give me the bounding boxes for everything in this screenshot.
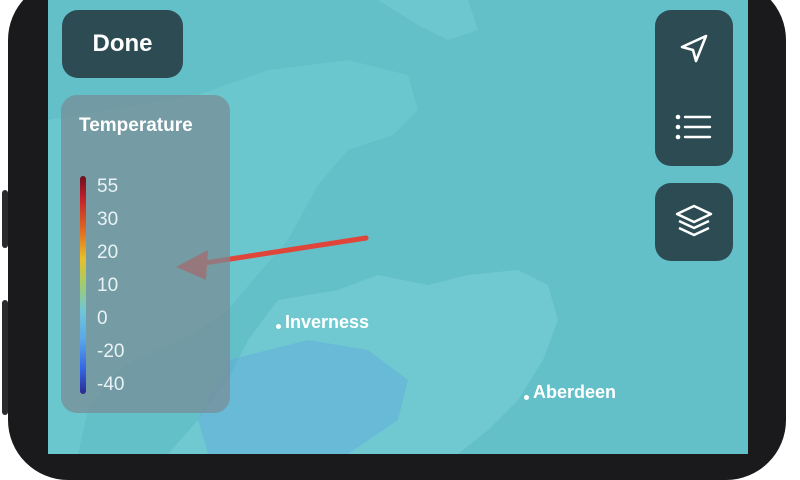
- map-controls-group: [655, 10, 733, 166]
- land-orkney: [378, 0, 478, 40]
- legend-tick: 55: [97, 176, 119, 197]
- temperature-legend: Temperature 55 30 20 10 0 -20 -40: [61, 95, 230, 413]
- list-icon: [675, 114, 712, 140]
- temperature-gradient-bar: [80, 176, 86, 394]
- phone-side-button: [2, 300, 8, 415]
- layers-icon: [675, 204, 713, 237]
- legend-tick: 0: [97, 308, 108, 329]
- done-button[interactable]: Done: [62, 10, 183, 78]
- map-layers-button[interactable]: [655, 183, 733, 261]
- city-list-button[interactable]: [655, 88, 733, 166]
- legend-title: Temperature: [79, 115, 193, 136]
- map-screen[interactable]: Done Temperature 55 30 20 10 0 -20 -40 I…: [48, 0, 748, 454]
- current-location-button[interactable]: [655, 10, 733, 88]
- city-label-aberdeen[interactable]: Aberdeen: [533, 382, 616, 403]
- legend-tick: -20: [97, 341, 125, 362]
- location-arrow-icon: [680, 34, 708, 63]
- legend-tick: 20: [97, 242, 119, 263]
- city-marker-aberdeen[interactable]: [524, 395, 529, 400]
- legend-tick: 30: [97, 209, 119, 230]
- legend-tick: 10: [97, 275, 119, 296]
- city-label-inverness[interactable]: Inverness: [285, 312, 369, 333]
- phone-side-button: [2, 190, 8, 248]
- legend-tick: -40: [97, 374, 125, 395]
- city-marker-inverness[interactable]: [276, 324, 281, 329]
